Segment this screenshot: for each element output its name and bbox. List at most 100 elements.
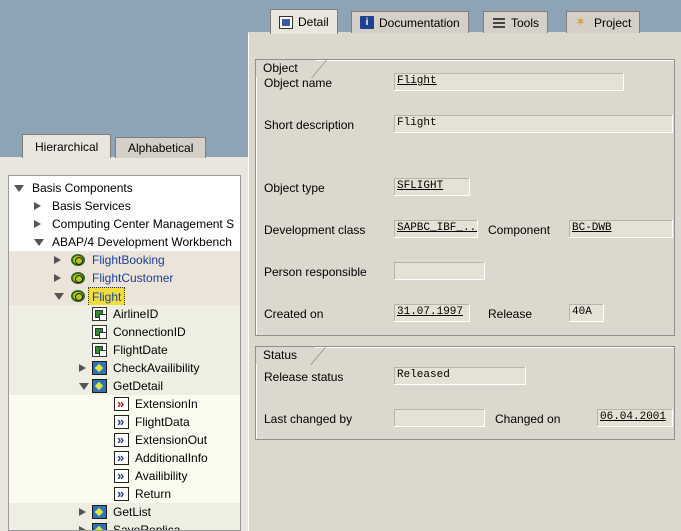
tab-tools-label: Tools: [511, 15, 540, 30]
tree-node[interactable]: SaveReplica: [9, 521, 240, 530]
changed-on-label: Changed on: [495, 412, 561, 426]
tree-node[interactable]: AdditionalInfo: [9, 449, 240, 467]
expanded-caret-icon[interactable]: [54, 293, 64, 300]
tree-node-label[interactable]: FlightBooking: [92, 251, 165, 269]
tree-node-label[interactable]: Computing Center Management S: [52, 215, 234, 233]
collapsed-caret-icon[interactable]: [79, 364, 86, 372]
tools-icon: [492, 16, 506, 29]
last-changed-by-field[interactable]: [394, 409, 485, 427]
tree-node[interactable]: Availibility: [9, 467, 240, 485]
tree-node[interactable]: FlightBooking: [9, 251, 240, 269]
tree-node-label[interactable]: Flight: [88, 287, 126, 307]
tree-node-label[interactable]: Availibility: [135, 467, 187, 485]
object-group-title: Object: [255, 59, 316, 77]
expanded-caret-icon[interactable]: [79, 383, 89, 390]
tree-node[interactable]: ExtensionOut: [9, 431, 240, 449]
method-icon: [92, 379, 107, 393]
tab-documentation[interactable]: i Documentation: [351, 11, 469, 33]
release-field[interactable]: 40A: [569, 304, 604, 322]
wand-icon: [575, 14, 589, 30]
info-icon: i: [360, 16, 374, 29]
tree-node-label[interactable]: FlightData: [135, 413, 190, 431]
development-class-field[interactable]: SAPBC_IBF_...: [394, 220, 478, 238]
method-icon: [92, 505, 107, 519]
object-type-field[interactable]: SFLIGHT: [394, 178, 470, 196]
object-icon: [71, 290, 85, 302]
tree-node-label[interactable]: ExtensionIn: [135, 395, 198, 413]
object-type-label: Object type: [264, 181, 325, 195]
tree-node-label[interactable]: AdditionalInfo: [135, 449, 208, 467]
object-icon: [71, 254, 85, 266]
attribute-icon: [92, 325, 107, 339]
short-description-label: Short description: [264, 118, 355, 132]
tree-node-label[interactable]: ABAP/4 Development Workbench: [52, 233, 232, 251]
component-field[interactable]: BC-DWB: [569, 220, 673, 238]
export-parameter-icon: [114, 485, 129, 503]
tab-alphabetical[interactable]: Alphabetical: [115, 137, 207, 158]
object-name-label: Object name: [264, 76, 333, 90]
tree-node-label[interactable]: FlightCustomer: [92, 269, 173, 287]
short-description-field[interactable]: Flight: [394, 115, 673, 133]
tree-node[interactable]: Basis Components: [9, 179, 240, 197]
tree-node-label[interactable]: ConnectionID: [113, 323, 186, 341]
tab-detail[interactable]: Detail: [270, 9, 338, 34]
tree-node[interactable]: GetList: [9, 503, 240, 521]
object-icon: [71, 272, 85, 284]
release-status-label: Release status: [264, 370, 344, 384]
changed-on-field[interactable]: 06.04.2001: [597, 409, 673, 427]
tree-node-label[interactable]: CheckAvailibility: [113, 359, 199, 377]
tree-node[interactable]: FlightData: [9, 413, 240, 431]
tree-node[interactable]: ExtensionIn: [9, 395, 240, 413]
tree-node[interactable]: FlightDate: [9, 341, 240, 359]
collapsed-caret-icon[interactable]: [34, 220, 41, 228]
export-parameter-icon: [114, 449, 129, 467]
release-label: Release: [488, 307, 533, 321]
tree-node-label[interactable]: SaveReplica: [113, 521, 180, 530]
tab-project[interactable]: Project: [566, 11, 641, 33]
object-group: Object: [255, 59, 675, 336]
expanded-caret-icon[interactable]: [14, 185, 24, 192]
object-name-field[interactable]: Flight: [394, 73, 624, 91]
created-on-field[interactable]: 31.07.1997: [394, 304, 470, 322]
attribute-icon: [92, 343, 107, 357]
tree-node-label[interactable]: ExtensionOut: [135, 431, 207, 449]
export-parameter-icon: [114, 467, 129, 485]
tree-node[interactable]: ABAP/4 Development Workbench: [9, 233, 240, 251]
method-icon: [92, 523, 107, 530]
release-status-field[interactable]: Released: [394, 367, 526, 385]
person-responsible-field[interactable]: [394, 262, 485, 280]
tree-node-label[interactable]: FlightDate: [113, 341, 168, 359]
collapsed-caret-icon[interactable]: [34, 202, 41, 210]
tree-node[interactable]: FlightCustomer: [9, 269, 240, 287]
import-parameter-icon: [114, 395, 129, 413]
tree-node[interactable]: AirlineID: [9, 305, 240, 323]
tree-node-label[interactable]: AirlineID: [113, 305, 158, 323]
tree-node[interactable]: ConnectionID: [9, 323, 240, 341]
tree-node-label[interactable]: Basis Services: [52, 197, 131, 215]
tree-node[interactable]: Computing Center Management S: [9, 215, 240, 233]
method-icon: [92, 361, 107, 375]
tree-node[interactable]: GetDetail: [9, 377, 240, 395]
status-group-title: Status: [255, 346, 316, 364]
object-tree[interactable]: Basis Components Basis Services Computing …: [8, 175, 241, 531]
tree-node-label[interactable]: GetList: [113, 503, 151, 521]
collapsed-caret-icon[interactable]: [54, 256, 61, 264]
tree-node-label[interactable]: Basis Components: [32, 179, 133, 197]
tree-node-label[interactable]: GetDetail: [113, 377, 163, 395]
tab-hierarchical[interactable]: Hierarchical: [22, 134, 112, 158]
tree-node[interactable]: Basis Services: [9, 197, 240, 215]
collapsed-caret-icon[interactable]: [79, 508, 86, 516]
expanded-caret-icon[interactable]: [34, 239, 44, 246]
collapsed-caret-icon[interactable]: [79, 526, 86, 530]
tab-tools[interactable]: Tools: [483, 11, 549, 33]
created-on-label: Created on: [264, 307, 324, 321]
tree-node[interactable]: Flight: [9, 287, 240, 307]
person-responsible-label: Person responsible: [264, 265, 367, 279]
tree-node[interactable]: CheckAvailibility: [9, 359, 240, 377]
tab-project-label: Project: [594, 15, 632, 30]
tree-node[interactable]: Return: [9, 485, 240, 503]
tree-node-label[interactable]: Return: [135, 485, 171, 503]
export-parameter-icon: [114, 431, 129, 449]
collapsed-caret-icon[interactable]: [54, 274, 61, 282]
attribute-icon: [92, 307, 107, 321]
